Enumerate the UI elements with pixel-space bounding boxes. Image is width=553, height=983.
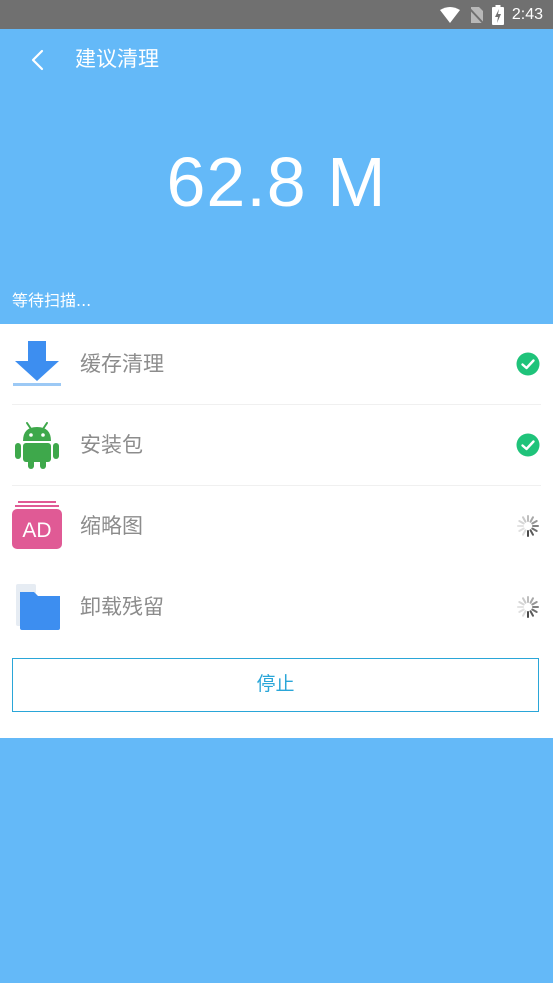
header: 建议清理 62.8 M 等待扫描... <box>0 29 553 324</box>
ad-icon-text: AD <box>22 519 51 542</box>
ad-icon: AD <box>12 501 62 549</box>
check-circle-icon <box>516 352 540 376</box>
status-time: 2:43 <box>511 5 543 23</box>
list-item-residue: 卸载残留 <box>0 567 553 648</box>
list-item-cache: 缓存清理 <box>0 324 553 405</box>
status-icons: 2:43 <box>439 0 543 29</box>
android-icon <box>15 422 59 469</box>
stop-button[interactable]: 停止 <box>12 658 539 712</box>
check-circle-icon <box>516 433 540 457</box>
download-icon <box>13 341 61 386</box>
scan-status-text: 等待扫描... <box>12 291 92 310</box>
junk-size-display: 62.8 M <box>166 143 387 221</box>
chevron-left-icon <box>31 49 44 71</box>
battery-charging-icon <box>491 4 504 25</box>
list-item-label: 缩略图 <box>80 514 143 538</box>
wifi-icon <box>439 6 460 23</box>
loading-spinner-icon <box>517 515 539 537</box>
loading-spinner-icon <box>517 596 539 618</box>
back-button[interactable] <box>22 45 52 75</box>
list-item-thumbnails: AD 缩略图 <box>0 486 553 567</box>
scan-list-panel: 缓存清理 安装包 AD 缩略图 卸载残留 停止 <box>0 324 553 738</box>
list-item-label: 安装包 <box>80 433 143 457</box>
list-item-label: 卸载残留 <box>80 595 164 619</box>
list-item-label: 缓存清理 <box>80 352 164 376</box>
status-bar: 2:43 <box>0 0 553 29</box>
no-sim-icon <box>468 6 484 24</box>
list-item-apk: 安装包 <box>0 405 553 486</box>
folder-icon <box>16 584 60 630</box>
page-title: 建议清理 <box>75 47 159 71</box>
